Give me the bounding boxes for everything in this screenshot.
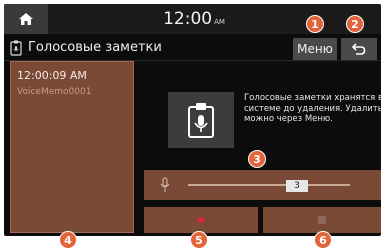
clipboard-mic-icon <box>188 103 214 138</box>
callout-badge: 4 <box>59 231 77 249</box>
clock: 12:00 AM <box>134 8 254 30</box>
home-button[interactable] <box>4 4 48 34</box>
memo-time: 12:00:09 AM <box>17 69 87 82</box>
list-item[interactable]: 12:00:09 AM VoiceMemo0001 <box>11 62 133 99</box>
callout-badge: 1 <box>306 15 324 33</box>
stop-button[interactable] <box>263 207 381 233</box>
menu-button[interactable]: Меню <box>293 38 337 60</box>
progress-counter: 3 <box>286 180 308 192</box>
status-bar: 12:00 AM <box>4 4 381 34</box>
back-icon <box>352 43 366 55</box>
playback-bar: 3 <box>144 170 381 200</box>
memo-artwork <box>168 92 234 148</box>
progress-slider[interactable] <box>188 184 350 186</box>
memo-name: VoiceMemo0001 <box>17 87 92 97</box>
storage-info-text: Голосовые заметки хранятся в системе до … <box>244 93 381 124</box>
callout-badge: 6 <box>314 231 332 249</box>
microphone-icon <box>160 177 170 192</box>
clock-time: 12:00 <box>163 9 213 29</box>
home-icon <box>19 13 33 25</box>
record-button[interactable] <box>144 207 258 233</box>
callout-badge: 3 <box>248 150 266 168</box>
back-button[interactable] <box>341 38 377 60</box>
voice-memo-app-icon <box>10 40 22 56</box>
page-title: Голосовые заметки <box>28 40 162 55</box>
callout-badge: 2 <box>346 15 364 33</box>
stop-icon <box>318 216 326 224</box>
voice-memo-screen: 12:00 AM Голосовые заметки Меню 12:00:09 … <box>4 4 381 236</box>
clock-ampm: AM <box>214 18 225 26</box>
record-icon <box>198 217 204 223</box>
title-bar: Голосовые заметки Меню <box>4 36 381 60</box>
callout-badge: 5 <box>190 231 208 249</box>
memo-list: 12:00:09 AM VoiceMemo0001 <box>10 61 134 233</box>
